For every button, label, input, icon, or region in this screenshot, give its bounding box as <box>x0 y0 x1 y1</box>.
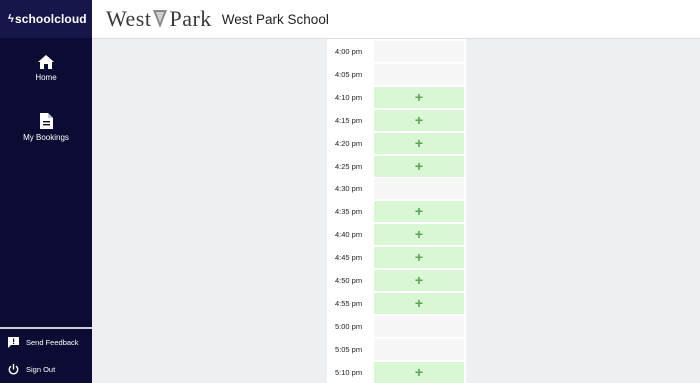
unavailable-slot <box>374 63 464 85</box>
slot-row: 4:55 pm + <box>327 292 466 314</box>
slot-row: 4:45 pm + <box>327 247 466 269</box>
header: West Park West Park School <box>92 0 700 39</box>
shield-icon <box>153 10 168 28</box>
book-slot-button[interactable]: + <box>374 155 464 177</box>
logo-text-west: West <box>106 6 152 31</box>
sidebar-item-label: My Bookings <box>23 133 69 142</box>
slot-time: 4:45 pm <box>335 253 363 263</box>
slot-row: 4:05 pm <box>327 63 466 85</box>
sidebar-item-label: Home <box>35 73 57 82</box>
book-slot-button[interactable]: + <box>374 201 464 223</box>
plus-icon: + <box>414 203 424 220</box>
slot-row: 5:00 pm <box>327 315 466 337</box>
book-slot-button[interactable]: + <box>374 292 464 314</box>
slot-row: 4:00 pm <box>327 41 466 62</box>
brand-name: schoolcloud <box>14 12 87 26</box>
logo-text-park: Park <box>169 6 212 31</box>
slot-row: 4:10 pm + <box>327 86 466 108</box>
slot-row: 4:15 pm + <box>327 109 466 131</box>
unavailable-slot <box>374 315 464 337</box>
book-slot-button[interactable]: + <box>374 361 464 383</box>
brand-logo[interactable]: ϟ schoolcloud <box>0 0 92 38</box>
sidebar-item-home[interactable]: Home <box>0 55 92 82</box>
book-slot-button[interactable]: + <box>374 86 464 108</box>
slot-time: 4:10 pm <box>335 92 363 102</box>
slot-time: 5:05 pm <box>335 344 363 354</box>
slot-time: 4:25 pm <box>335 161 363 171</box>
slot-row: 4:30 pm <box>327 178 466 200</box>
slot-row: 5:10 pm + <box>327 361 466 383</box>
slot-time: 4:20 pm <box>335 138 363 148</box>
plus-icon: + <box>414 157 424 174</box>
sidebar: ϟ schoolcloud Home My Bookings Send Feed… <box>0 0 92 383</box>
slot-time: 4:05 pm <box>335 69 363 79</box>
book-slot-button[interactable]: + <box>374 224 464 246</box>
bolt-icon: ϟ <box>8 13 14 25</box>
sidebar-item-my-bookings[interactable]: My Bookings <box>0 113 92 142</box>
plus-icon: + <box>414 294 424 311</box>
slot-time: 5:00 pm <box>335 321 363 331</box>
slot-time: 4:50 pm <box>335 276 363 285</box>
plus-icon: + <box>414 272 424 288</box>
unavailable-slot <box>374 178 464 200</box>
plus-icon: + <box>414 134 424 151</box>
plus-icon: + <box>414 226 424 243</box>
slot-time: 4:40 pm <box>335 230 363 240</box>
unavailable-slot <box>374 338 464 360</box>
appointment-slots: 4:00 pm 4:05 pm 4:10 pm +4:15 pm +4:20 pm +4:… <box>327 39 466 383</box>
slot-time: 4:30 pm <box>335 184 363 194</box>
slot-time: 5:10 pm <box>335 367 363 377</box>
plus-icon: + <box>414 111 424 128</box>
book-slot-button[interactable]: + <box>374 270 464 291</box>
document-icon <box>39 113 53 129</box>
slot-row: 5:05 pm <box>327 338 466 360</box>
plus-icon: + <box>414 88 424 105</box>
slot-row: 4:50 pm + <box>327 270 466 291</box>
sign-out-label: Sign Out <box>26 364 56 374</box>
send-feedback-label: Send Feedback <box>26 337 79 347</box>
school-logo: West Park <box>106 6 212 32</box>
book-slot-button[interactable]: + <box>374 109 464 131</box>
book-slot-button[interactable]: + <box>374 247 464 269</box>
slot-time: 4:15 pm <box>335 115 363 125</box>
slot-row: 4:25 pm + <box>327 155 466 177</box>
sidebar-divider <box>0 327 92 329</box>
slot-time: 4:55 pm <box>335 298 363 308</box>
book-slot-button[interactable]: + <box>374 132 464 154</box>
plus-icon: + <box>414 363 424 380</box>
slot-time: 4:00 pm <box>335 47 363 56</box>
send-feedback-button[interactable]: Send Feedback <box>0 332 92 352</box>
home-icon <box>38 55 54 69</box>
power-icon <box>8 363 20 375</box>
unavailable-slot <box>374 41 464 62</box>
feedback-icon <box>8 336 20 348</box>
slot-row: 4:35 pm + <box>327 201 466 223</box>
slot-row: 4:40 pm + <box>327 224 466 246</box>
slot-time: 4:35 pm <box>335 207 363 217</box>
plus-icon: + <box>414 249 424 266</box>
sign-out-button[interactable]: Sign Out <box>0 359 92 379</box>
page-title: West Park School <box>221 11 329 27</box>
slot-row: 4:20 pm + <box>327 132 466 154</box>
